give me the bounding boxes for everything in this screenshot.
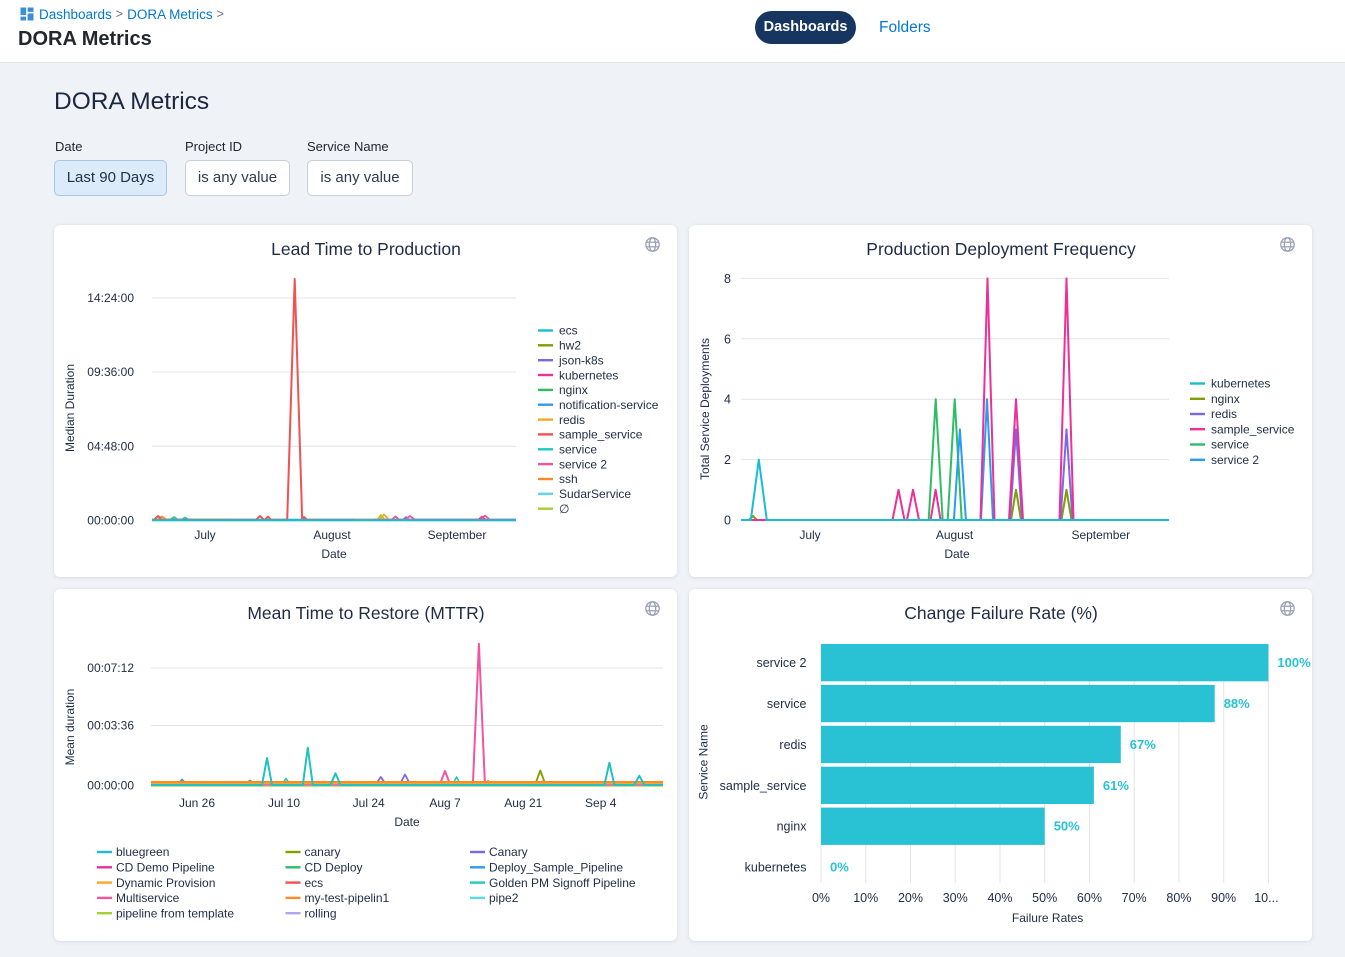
svg-text:90%: 90% [1211, 891, 1236, 905]
svg-text:json-k8s: json-k8s [558, 353, 604, 367]
svg-text:July: July [194, 528, 215, 542]
svg-text:4: 4 [724, 393, 731, 407]
svg-text:20%: 20% [898, 891, 923, 905]
svg-text:service: service [767, 697, 807, 711]
svg-text:Mean duration: Mean duration [63, 689, 77, 766]
svg-text:Mean Time to Restore (MTTR): Mean Time to Restore (MTTR) [247, 603, 484, 623]
svg-text:sample_service: sample_service [1211, 422, 1295, 436]
svg-text:Median Duration: Median Duration [63, 364, 77, 452]
svg-text:40%: 40% [987, 891, 1012, 905]
svg-text:service: service [1211, 438, 1249, 452]
svg-text:6: 6 [724, 332, 731, 346]
svg-text:Total Service Deployments: Total Service Deployments [698, 338, 712, 480]
svg-text:70%: 70% [1122, 891, 1147, 905]
svg-text:hw2: hw2 [559, 339, 581, 353]
svg-text:July: July [799, 528, 820, 542]
svg-text:100%: 100% [1277, 655, 1311, 670]
svg-text:30%: 30% [943, 891, 968, 905]
svg-text:ecs: ecs [559, 324, 578, 338]
svg-text:Failure Rates: Failure Rates [1012, 911, 1083, 925]
svg-text:09:36:00: 09:36:00 [87, 365, 134, 379]
svg-text:Aug 21: Aug 21 [504, 796, 542, 810]
svg-text:∅: ∅ [559, 502, 569, 516]
svg-text:Sep 4: Sep 4 [585, 796, 617, 810]
svg-text:nginx: nginx [1211, 392, 1240, 406]
svg-text:61%: 61% [1103, 778, 1129, 793]
svg-text:Deploy_Sample_Pipeline: Deploy_Sample_Pipeline [489, 861, 623, 875]
svg-text:88%: 88% [1224, 696, 1250, 711]
svg-text:14:24:00: 14:24:00 [87, 291, 134, 305]
svg-text:rolling: rolling [305, 906, 337, 920]
svg-text:redis: redis [1211, 407, 1237, 421]
svg-text:67%: 67% [1130, 737, 1156, 752]
svg-text:August: August [936, 528, 974, 542]
svg-text:0%: 0% [812, 891, 830, 905]
svg-text:0%: 0% [830, 860, 849, 875]
svg-text:pipeline from template: pipeline from template [116, 906, 234, 920]
svg-text:sample_service: sample_service [559, 428, 643, 442]
svg-text:service 2: service 2 [559, 457, 607, 471]
svg-text:50%: 50% [1032, 891, 1057, 905]
svg-text:8: 8 [724, 272, 731, 286]
svg-text:Change Failure Rate (%): Change Failure Rate (%) [904, 603, 1098, 623]
svg-text:service: service [559, 443, 597, 457]
svg-text:SudarService: SudarService [559, 487, 631, 501]
svg-text:0: 0 [724, 514, 731, 528]
svg-text:kubernetes: kubernetes [1211, 377, 1270, 391]
svg-text:ecs: ecs [305, 876, 324, 890]
svg-text:Lead Time to Production: Lead Time to Production [271, 239, 461, 259]
svg-text:redis: redis [559, 413, 585, 427]
svg-text:nginx: nginx [777, 820, 808, 834]
svg-text:sample_service: sample_service [720, 779, 807, 793]
svg-text:September: September [428, 528, 487, 542]
svg-text:Multiservice: Multiservice [116, 891, 180, 905]
svg-text:kubernetes: kubernetes [559, 368, 618, 382]
svg-text:Date: Date [321, 547, 347, 561]
svg-text:CD Demo Pipeline: CD Demo Pipeline [116, 861, 215, 875]
svg-text:Dynamic Provision: Dynamic Provision [116, 876, 215, 890]
svg-text:04:48:00: 04:48:00 [87, 439, 134, 453]
svg-text:00:03:36: 00:03:36 [87, 719, 134, 733]
svg-text:August: August [313, 528, 351, 542]
svg-text:00:00:00: 00:00:00 [87, 778, 134, 792]
svg-text:redis: redis [779, 738, 806, 752]
svg-text:10%: 10% [853, 891, 878, 905]
svg-text:notification-service: notification-service [559, 398, 659, 412]
svg-text:Date: Date [394, 815, 420, 829]
svg-text:Service Name: Service Name [697, 724, 711, 800]
svg-text:service 2: service 2 [756, 656, 806, 670]
svg-text:Canary: Canary [489, 845, 528, 859]
svg-text:bluegreen: bluegreen [116, 845, 169, 859]
svg-text:service 2: service 2 [1211, 453, 1259, 467]
svg-text:Golden PM Signoff Pipeline: Golden PM Signoff Pipeline [489, 876, 636, 890]
svg-text:Jul 10: Jul 10 [268, 796, 300, 810]
svg-text:00:00:00: 00:00:00 [87, 513, 134, 527]
svg-text:CD Deploy: CD Deploy [305, 861, 363, 875]
svg-text:80%: 80% [1166, 891, 1191, 905]
svg-text:50%: 50% [1054, 819, 1080, 834]
svg-text:canary: canary [305, 845, 341, 859]
svg-text:60%: 60% [1077, 891, 1102, 905]
svg-text:pipe2: pipe2 [489, 891, 519, 905]
svg-text:September: September [1071, 528, 1130, 542]
svg-text:kubernetes: kubernetes [745, 861, 807, 875]
svg-text:Aug 7: Aug 7 [429, 796, 461, 810]
svg-text:10...: 10... [1254, 891, 1278, 905]
svg-text:ssh: ssh [559, 472, 578, 486]
svg-text:nginx: nginx [559, 383, 588, 397]
svg-text:Jun 26: Jun 26 [179, 796, 215, 810]
svg-text:00:07:12: 00:07:12 [87, 661, 134, 675]
svg-text:Date: Date [944, 547, 970, 561]
svg-text:Jul 24: Jul 24 [353, 796, 385, 810]
svg-text:Production Deployment Frequenc: Production Deployment Frequency [866, 239, 1136, 259]
svg-text:2: 2 [724, 453, 731, 467]
svg-text:my-test-pipelin1: my-test-pipelin1 [305, 891, 390, 905]
